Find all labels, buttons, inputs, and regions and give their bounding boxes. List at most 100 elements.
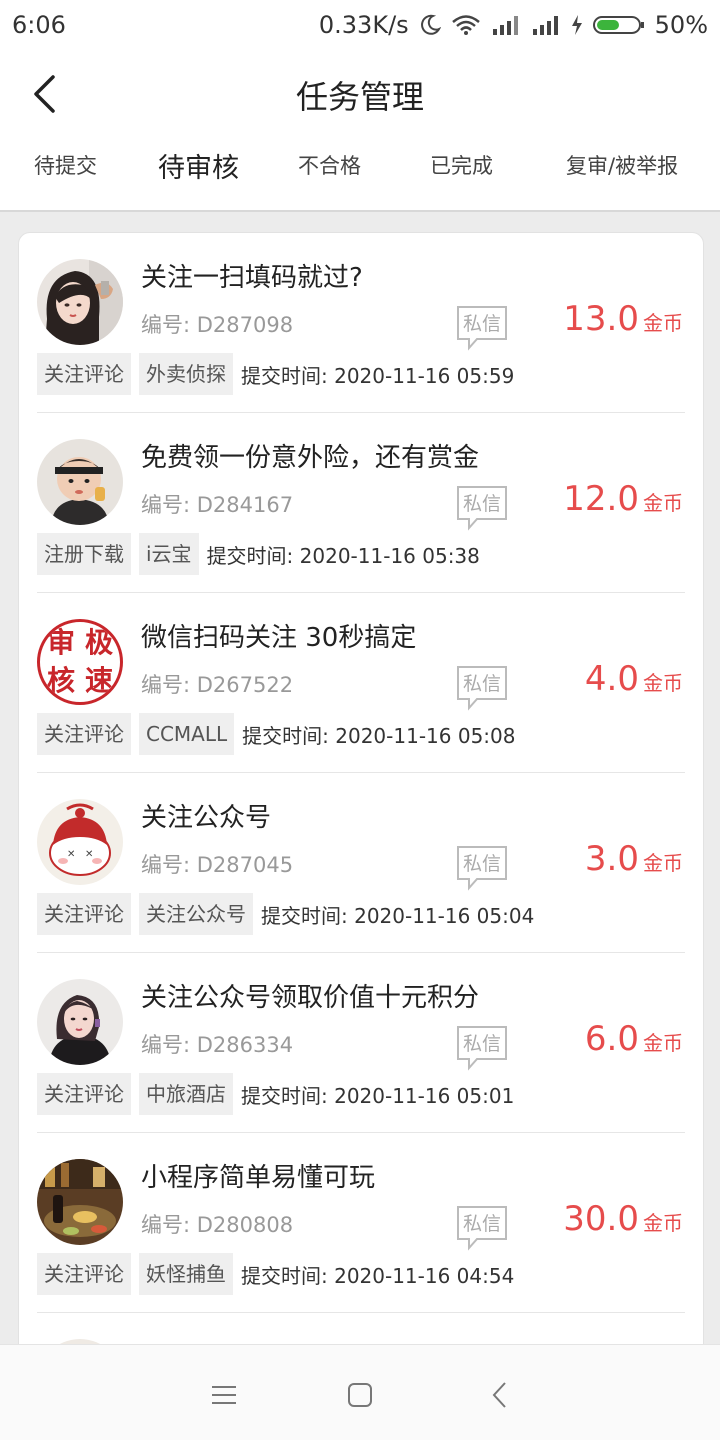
page-title: 任务管理 [295,78,424,116]
task-title: 关注公众号 [141,803,272,833]
reward-amount: 4.0 [584,659,639,699]
tab-pending-submit[interactable]: 待提交 [34,150,97,180]
tag: 关注评论 [37,353,131,395]
message-label: 私信 [462,853,501,875]
charging-icon [571,14,583,36]
task-item[interactable]: ✕ ✕ 关注公众号 编号: D287045 私信 3.0 金币 关注评论 关注公… [37,773,685,953]
tab-pending-review[interactable]: 待审核 [158,146,239,185]
reward-amount: 3.0 [584,839,639,879]
tab-unqualified[interactable]: 不合格 [298,150,361,180]
tab-bar: 待提交 待审核 不合格 已完成 复审/被举报 [0,136,720,212]
submit-time: 提交时间: 2020-11-16 05:01 [241,1083,515,1108]
system-back-button[interactable] [478,1373,522,1417]
reward-price: 13.0 金币 [563,299,683,339]
reward-price: 12.0 金币 [563,479,683,519]
tab-completed[interactable]: 已完成 [430,150,493,180]
task-title: 关注公众号领取价值十元积分 [141,983,480,1013]
moon-icon [419,14,441,36]
tag: i云宝 [139,533,199,575]
message-button[interactable]: 私信 [455,485,509,531]
back-triangle-icon [492,1382,506,1408]
task-list: 关注一扫填码就过? 编号: D287098 私信 13.0 金币 关注评论 外卖… [18,232,704,1362]
tag: 外卖侦探 [139,353,233,395]
reward-amount: 13.0 [563,299,639,339]
submit-time: 提交时间: 2020-11-16 05:08 [242,723,516,748]
seal-char: 极 [84,626,113,659]
wifi-icon [451,14,481,36]
currency-unit: 金币 [643,311,683,335]
menu-button[interactable] [202,1373,246,1417]
task-tags: 关注评论 中旅酒店 提交时间: 2020-11-16 05:01 [37,1073,514,1115]
tab-review-reported[interactable]: 复审/被举报 [566,150,678,180]
baby-photo-avatar [37,439,123,525]
currency-unit: 金币 [643,1031,683,1055]
message-button[interactable]: 私信 [455,665,509,711]
submit-time: 提交时间: 2020-11-16 05:38 [206,543,480,568]
submit-time: 提交时间: 2020-11-16 05:59 [241,363,515,388]
task-item[interactable]: 审 极 核 速 微信扫码关注 30秒搞定 编号: D267522 私信 4.0 … [37,593,685,773]
tag: 关注公众号 [139,893,253,935]
reward-amount: 6.0 [584,1019,639,1059]
network-speed: 0.33K/s [318,11,409,39]
reward-price: 6.0 金币 [585,1019,683,1059]
tag: 注册下载 [37,533,131,575]
task-tags: 关注评论 外卖侦探 提交时间: 2020-11-16 05:59 [37,353,514,395]
signal-icon-2 [531,14,561,36]
seal-avatar: 审 极 核 速 [37,619,123,705]
reward-price: 30.0 金币 [563,1199,683,1239]
message-label: 私信 [462,1213,501,1235]
task-tags: 注册下载 i云宝 提交时间: 2020-11-16 05:38 [37,533,480,575]
task-item[interactable]: 免费领一份意外险，还有赏金 编号: D284167 私信 12.0 金币 注册下… [37,413,685,593]
menu-icon [212,1386,236,1404]
task-item[interactable]: 关注公众号领取价值十元积分 编号: D286334 私信 6.0 金币 关注评论… [37,953,685,1133]
task-tags: 关注评论 关注公众号 提交时间: 2020-11-16 05:04 [37,893,534,935]
cartoon-mascot-avatar: ✕ ✕ [37,799,123,885]
currency-unit: 金币 [643,1211,683,1235]
tag: 关注评论 [37,713,131,755]
tag: 关注评论 [37,1253,131,1295]
submit-time: 提交时间: 2020-11-16 04:54 [241,1263,515,1288]
svg-text:✕: ✕ [85,849,93,860]
task-number: 编号: D287098 [141,313,294,337]
seal-char: 核 [46,664,75,697]
currency-unit: 金币 [643,851,683,875]
message-button[interactable]: 私信 [455,845,509,891]
seal-char: 速 [84,664,113,697]
tag: 妖怪捕鱼 [139,1253,233,1295]
svg-text:✕: ✕ [67,849,75,860]
battery-icon [592,14,645,36]
message-label: 私信 [462,313,501,335]
message-label: 私信 [462,1033,501,1055]
girl-portrait-avatar [37,259,123,345]
task-number: 编号: D286334 [141,1033,294,1057]
task-number: 编号: D280808 [141,1213,294,1237]
task-title: 关注一扫填码就过? [141,263,363,293]
message-button[interactable]: 私信 [455,305,509,351]
home-button[interactable] [338,1373,382,1417]
task-number: 编号: D287045 [141,853,294,877]
reward-price: 4.0 金币 [585,659,683,699]
reward-amount: 12.0 [563,479,639,519]
message-button[interactable]: 私信 [455,1025,509,1071]
task-title: 微信扫码关注 30秒搞定 [141,623,417,653]
battery-percent: 50% [654,11,708,39]
message-label: 私信 [462,673,501,695]
reward-amount: 30.0 [563,1199,639,1239]
task-title: 小程序简单易懂可玩 [141,1163,376,1193]
task-tags: 关注评论 妖怪捕鱼 提交时间: 2020-11-16 04:54 [37,1253,514,1295]
task-title: 免费领一份意外险，还有赏金 [141,443,480,473]
status-time: 6:06 [12,11,66,39]
task-number: 编号: D284167 [141,493,294,517]
task-item[interactable]: 关注一扫填码就过? 编号: D287098 私信 13.0 金币 关注评论 外卖… [37,233,685,413]
task-tags: 关注评论 CCMALL 提交时间: 2020-11-16 05:08 [37,713,515,755]
signal-icon [491,14,521,36]
reward-price: 3.0 金币 [585,839,683,879]
square-home-icon [348,1383,372,1407]
task-item[interactable]: 小程序简单易懂可玩 编号: D280808 私信 30.0 金币 关注评论 妖怪… [37,1133,685,1313]
tag: CCMALL [139,713,235,755]
woman-portrait-avatar [37,979,123,1065]
currency-unit: 金币 [643,671,683,695]
currency-unit: 金币 [643,491,683,515]
message-button[interactable]: 私信 [455,1205,509,1251]
submit-time: 提交时间: 2020-11-16 05:04 [261,903,535,928]
